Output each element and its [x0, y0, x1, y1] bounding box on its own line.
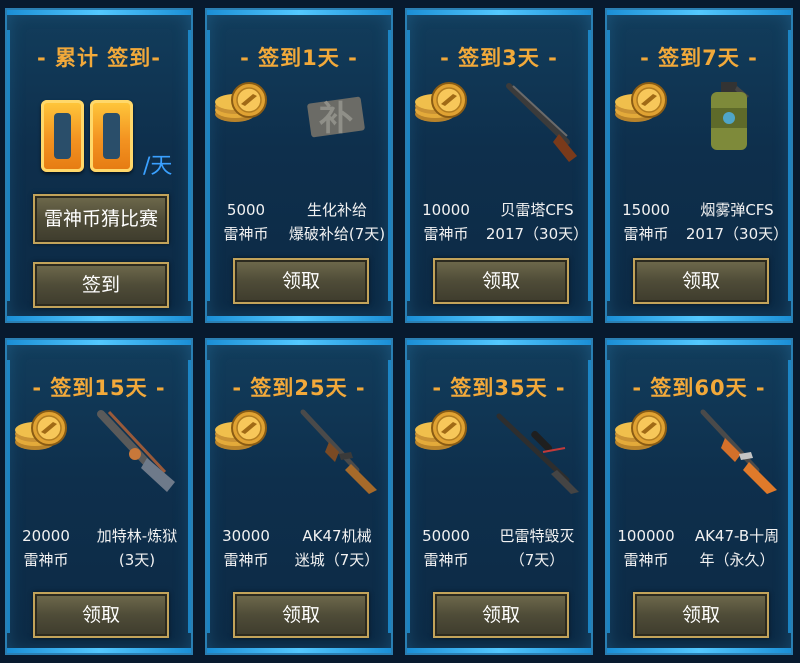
coin-unit: 雷神币 — [23, 551, 69, 569]
summary-title: - 累计 签到- — [36, 46, 162, 70]
item-name-line: 贝雷塔CFS — [500, 201, 574, 219]
item-name-line: 2017（30天） — [485, 225, 589, 243]
claim-button[interactable]: 领取 — [433, 258, 569, 304]
reward-item-name: 贝雷塔CFS 2017（30天） — [481, 198, 591, 246]
svg-text:补: 补 — [319, 99, 353, 139]
thunder-coin-icon — [413, 80, 473, 132]
coin-unit: 雷神币 — [423, 225, 469, 243]
item-name-line: (3天) — [118, 551, 156, 569]
thunder-coin-icon — [213, 80, 273, 132]
reward-card-title: - 签到7天 - — [640, 46, 758, 70]
claim-button[interactable]: 领取 — [233, 592, 369, 638]
coin-unit: 雷神币 — [623, 551, 669, 569]
item-name-line: AK47-B十周 — [694, 527, 780, 545]
summary-card: - 累计 签到- 00 /天 雷神币猜比赛 签到 — [5, 8, 193, 323]
item-name-line: （7天） — [509, 551, 565, 569]
reward-card-title: - 签到15天 - — [32, 376, 166, 400]
item-name-line: 生化补给 — [306, 201, 367, 219]
thunder-coin-icon — [613, 408, 673, 460]
item-name-line: 迷城（7天） — [294, 551, 380, 569]
reward-card: - 签到3天 - 10000 雷神币 贝雷塔CFS 2017（30天） 领取 — [405, 8, 593, 323]
claim-button[interactable]: 领取 — [633, 592, 769, 638]
reward-card-title: - 签到60天 - — [632, 376, 766, 400]
signin-rewards-grid: - 累计 签到- 00 /天 雷神币猜比赛 签到 - 签到1天 - 补 5000… — [0, 0, 800, 663]
reward-card-title: - 签到25天 - — [232, 376, 366, 400]
reward-item-name: 生化补给 爆破补给(7天) — [281, 198, 391, 246]
ak47-b-rifle-icon — [695, 408, 785, 502]
item-name-line: 年（永久） — [699, 551, 775, 569]
per-day-label: /天 — [143, 154, 173, 179]
item-name-line: 爆破补给(7天) — [288, 225, 386, 243]
reward-card: - 签到1天 - 补 5000 雷神币 生化补给 爆破补给(7天) 领取 — [205, 8, 393, 323]
thunder-coin-icon — [613, 80, 673, 132]
reward-card: - 签到35天 - 50000 雷神币 巴雷特毁灭 （7天） 领取 — [405, 338, 593, 655]
days-digit — [90, 100, 133, 172]
sniper-rifle-icon — [495, 408, 585, 502]
claim-button[interactable]: 领取 — [633, 258, 769, 304]
thunder-coin-icon — [413, 408, 473, 460]
reward-card-title: - 签到35天 - — [432, 376, 566, 400]
coin-unit: 雷神币 — [223, 551, 269, 569]
reward-item-name: AK47机械 迷城（7天） — [281, 524, 391, 572]
coin-unit: 雷神币 — [423, 551, 469, 569]
coin-amount: 20000 — [22, 527, 70, 545]
coin-amount: 15000 — [622, 201, 670, 219]
coin-unit: 雷神币 — [223, 225, 269, 243]
reward-coin-amount: 5000 雷神币 — [215, 198, 277, 246]
claim-button[interactable]: 领取 — [233, 258, 369, 304]
days-counter — [41, 100, 133, 172]
coin-amount: 5000 — [226, 201, 266, 219]
reward-coin-amount: 30000 雷神币 — [215, 524, 277, 572]
reward-item-name: AK47-B十周 年（永久） — [681, 524, 791, 572]
item-name-line: 巴雷特毁灭 — [499, 527, 575, 545]
item-name-line: 烟雾弹CFS — [700, 201, 774, 219]
claim-button[interactable]: 领取 — [433, 592, 569, 638]
reward-card: - 签到7天 - 15000 雷神币 烟雾弹CFS 2017（30天） 领取 — [605, 8, 793, 323]
reward-item-name: 巴雷特毁灭 （7天） — [481, 524, 591, 572]
shotgun-icon — [501, 80, 591, 174]
reward-card: - 签到25天 - 30000 雷神币 AK47机械 迷城（7天） 领取 — [205, 338, 393, 655]
supply-patch-icon: 补 — [301, 80, 371, 154]
reward-coin-amount: 15000 雷神币 — [615, 198, 677, 246]
reward-coin-amount: 20000 雷神币 — [15, 524, 77, 572]
days-digit — [41, 100, 84, 172]
reward-card: - 签到60天 - 100000 雷神币 AK47-B十周 年（永久） 领取 — [605, 338, 793, 655]
reward-item-name: 加特林-炼狱 (3天) — [81, 524, 191, 572]
coin-amount: 50000 — [422, 527, 470, 545]
reward-coin-amount: 50000 雷神币 — [415, 524, 477, 572]
ak47-rifle-icon — [295, 408, 385, 502]
coin-unit: 雷神币 — [623, 225, 669, 243]
guess-match-button[interactable]: 雷神币猜比赛 — [33, 194, 169, 244]
smoke-grenade-icon — [701, 80, 761, 164]
item-name-line: AK47机械 — [302, 527, 372, 545]
gatling-gun-icon — [95, 408, 185, 502]
item-name-line: 2017（30天） — [685, 225, 789, 243]
thunder-coin-icon — [13, 408, 73, 460]
reward-item-name: 烟雾弹CFS 2017（30天） — [681, 198, 791, 246]
reward-coin-amount: 100000 雷神币 — [615, 524, 677, 572]
coin-amount: 10000 — [422, 201, 470, 219]
reward-card-title: - 签到3天 - — [440, 46, 558, 70]
coin-amount: 100000 — [617, 527, 675, 545]
reward-coin-amount: 10000 雷神币 — [415, 198, 477, 246]
reward-card: - 签到15天 - 20000 雷神币 加特林-炼狱 (3天) 领取 — [5, 338, 193, 655]
claim-button[interactable]: 领取 — [33, 592, 169, 638]
thunder-coin-icon — [213, 408, 273, 460]
item-name-line: 加特林-炼狱 — [96, 527, 178, 545]
signin-button[interactable]: 签到 — [33, 262, 169, 308]
reward-card-title: - 签到1天 - — [240, 46, 358, 70]
coin-amount: 30000 — [222, 527, 270, 545]
